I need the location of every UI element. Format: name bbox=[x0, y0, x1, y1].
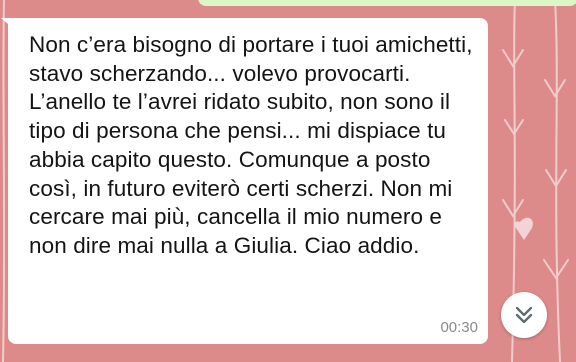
double-chevron-down-icon bbox=[515, 306, 533, 324]
message-text: Non c’era bisogno di portare i tuoi amic… bbox=[29, 32, 473, 258]
message-timestamp: 00:30 bbox=[440, 319, 478, 336]
bubble-tail bbox=[1, 18, 15, 30]
scroll-to-bottom-button[interactable] bbox=[501, 292, 547, 338]
previous-outgoing-message-bubble bbox=[198, 0, 576, 6]
incoming-message-bubble[interactable]: Non c’era bisogno di portare i tuoi amic… bbox=[1, 18, 488, 344]
